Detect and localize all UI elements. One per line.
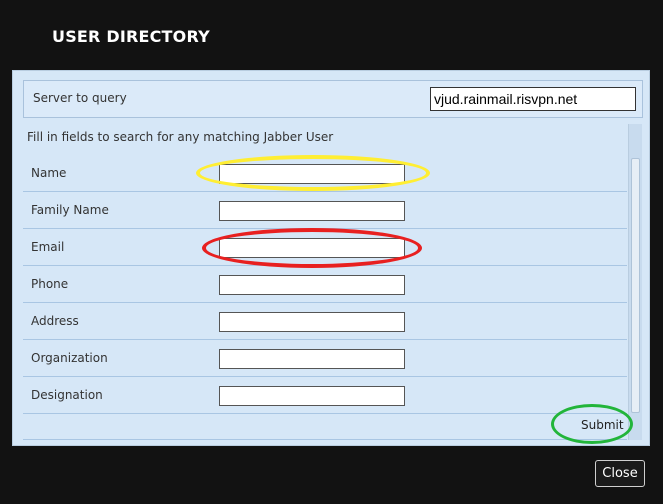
organization-label: Organization [31,351,108,365]
submit-button[interactable]: Submit [581,418,624,432]
organization-input[interactable] [219,349,405,369]
email-label: Email [31,240,65,254]
form-instructions: Fill in fields to search for any matchin… [27,130,334,144]
close-button[interactable]: Close [595,460,645,487]
phone-label: Phone [31,277,69,291]
name-input[interactable] [219,164,405,184]
field-row-family-name: Family Name [23,192,627,229]
scrollbar-thumb[interactable] [631,158,640,413]
directory-panel: Server to query Fill in fields to search… [12,70,650,446]
designation-input[interactable] [219,386,405,406]
server-input[interactable] [430,87,636,111]
email-input[interactable] [219,238,405,258]
submit-row: Submit [23,414,627,440]
modal-title: USER DIRECTORY [52,27,210,46]
name-label: Name [31,166,67,180]
family-name-label: Family Name [31,203,109,217]
address-label: Address [31,314,79,328]
field-row-name: Name [23,155,627,192]
form-scrollbar[interactable] [628,124,642,440]
designation-label: Designation [31,388,103,402]
phone-input[interactable] [219,275,405,295]
user-directory-modal: USER DIRECTORY Server to query Fill in f… [0,0,663,504]
address-input[interactable] [219,312,405,332]
field-row-designation: Designation [23,377,627,414]
field-row-address: Address [23,303,627,340]
field-row-email: Email [23,229,627,266]
family-name-input[interactable] [219,201,405,221]
field-row-phone: Phone [23,266,627,303]
server-label: Server to query [33,91,127,105]
server-row: Server to query [23,80,643,118]
search-form: Fill in fields to search for any matchin… [23,124,627,440]
field-row-organization: Organization [23,340,627,377]
